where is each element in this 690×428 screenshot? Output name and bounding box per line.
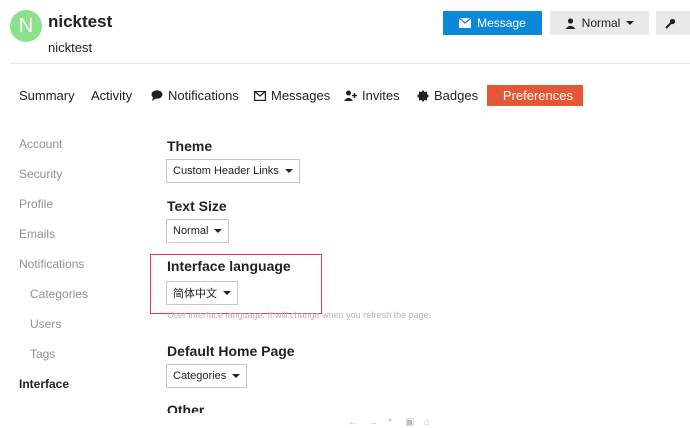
- text-size-select-value: Normal: [173, 225, 208, 237]
- tab-activity-label: Activity: [91, 85, 132, 106]
- default-home-page-select-value: Categories: [173, 370, 226, 382]
- sidebar-item-interface[interactable]: Interface: [19, 377, 69, 391]
- tab-preferences-label: Preferences: [503, 85, 573, 106]
- other-heading: Other: [167, 402, 204, 413]
- tab-activity[interactable]: Activity: [91, 85, 132, 106]
- theme-heading: Theme: [167, 138, 212, 154]
- theme-select[interactable]: Custom Header Links: [166, 159, 300, 183]
- sidebar-item-profile[interactable]: Profile: [19, 197, 53, 211]
- sidebar-item-emails[interactable]: Emails: [19, 227, 55, 241]
- sidebar-item-notifications[interactable]: Notifications: [19, 257, 84, 271]
- tab-badges[interactable]: Badges: [417, 85, 478, 106]
- interface-language-hint: User interface language. It will change …: [167, 310, 431, 320]
- text-size-heading: Text Size: [167, 198, 227, 214]
- speech-bubble-icon: [151, 90, 163, 101]
- tab-messages[interactable]: Messages: [254, 85, 330, 106]
- admin-wrench-button[interactable]: [656, 11, 690, 35]
- tab-badges-label: Badges: [434, 85, 478, 106]
- forward-arrow-icon[interactable]: →: [368, 417, 378, 428]
- sidebar-item-users[interactable]: Users: [30, 317, 61, 331]
- message-button-label: Message: [477, 11, 526, 35]
- text-size-select[interactable]: Normal: [166, 219, 229, 243]
- sidebar-item-tags[interactable]: Tags: [30, 347, 55, 361]
- tab-preferences[interactable]: Preferences: [487, 85, 583, 106]
- sidebar-item-account[interactable]: Account: [19, 137, 62, 151]
- square-icon[interactable]: ▣: [405, 417, 414, 428]
- user-icon: [565, 18, 576, 29]
- full-name: nicktest: [48, 40, 92, 55]
- avatar[interactable]: N: [10, 10, 42, 42]
- back-arrow-icon[interactable]: ←: [348, 417, 358, 428]
- tab-messages-label: Messages: [271, 85, 330, 106]
- default-home-page-select[interactable]: Categories: [166, 364, 247, 388]
- tab-invites[interactable]: Invites: [344, 85, 400, 106]
- message-button[interactable]: Message: [443, 11, 542, 35]
- chevron-down-icon: [232, 374, 240, 378]
- header-divider: [10, 63, 690, 64]
- tab-notifications[interactable]: Notifications: [151, 85, 239, 106]
- chevron-down-icon: [214, 229, 222, 233]
- chevron-down-icon: [285, 169, 293, 173]
- sidebar-item-security[interactable]: Security: [19, 167, 62, 181]
- tab-summary[interactable]: Summary: [19, 85, 75, 106]
- default-home-page-heading: Default Home Page: [167, 343, 295, 359]
- tab-invites-label: Invites: [362, 85, 400, 106]
- notification-level-button[interactable]: Normal: [550, 11, 649, 35]
- user-plus-icon: [344, 90, 357, 101]
- wrench-icon: [665, 18, 676, 29]
- tab-summary-label: Summary: [19, 85, 75, 106]
- chevron-down-icon: [626, 21, 634, 25]
- asterisk-icon[interactable]: *: [388, 417, 392, 428]
- envelope-outline-icon: [254, 91, 266, 101]
- tab-notifications-label: Notifications: [168, 85, 239, 106]
- certificate-icon: [417, 90, 429, 102]
- notification-level-label: Normal: [582, 11, 621, 35]
- username: nicktest: [48, 12, 112, 32]
- sidebar-item-categories[interactable]: Categories: [30, 287, 88, 301]
- envelope-icon: [459, 18, 471, 28]
- theme-select-value: Custom Header Links: [173, 165, 279, 177]
- highlight-box: [150, 254, 322, 314]
- lock-icon[interactable]: ⌂: [424, 417, 430, 428]
- gear-icon: [497, 90, 498, 102]
